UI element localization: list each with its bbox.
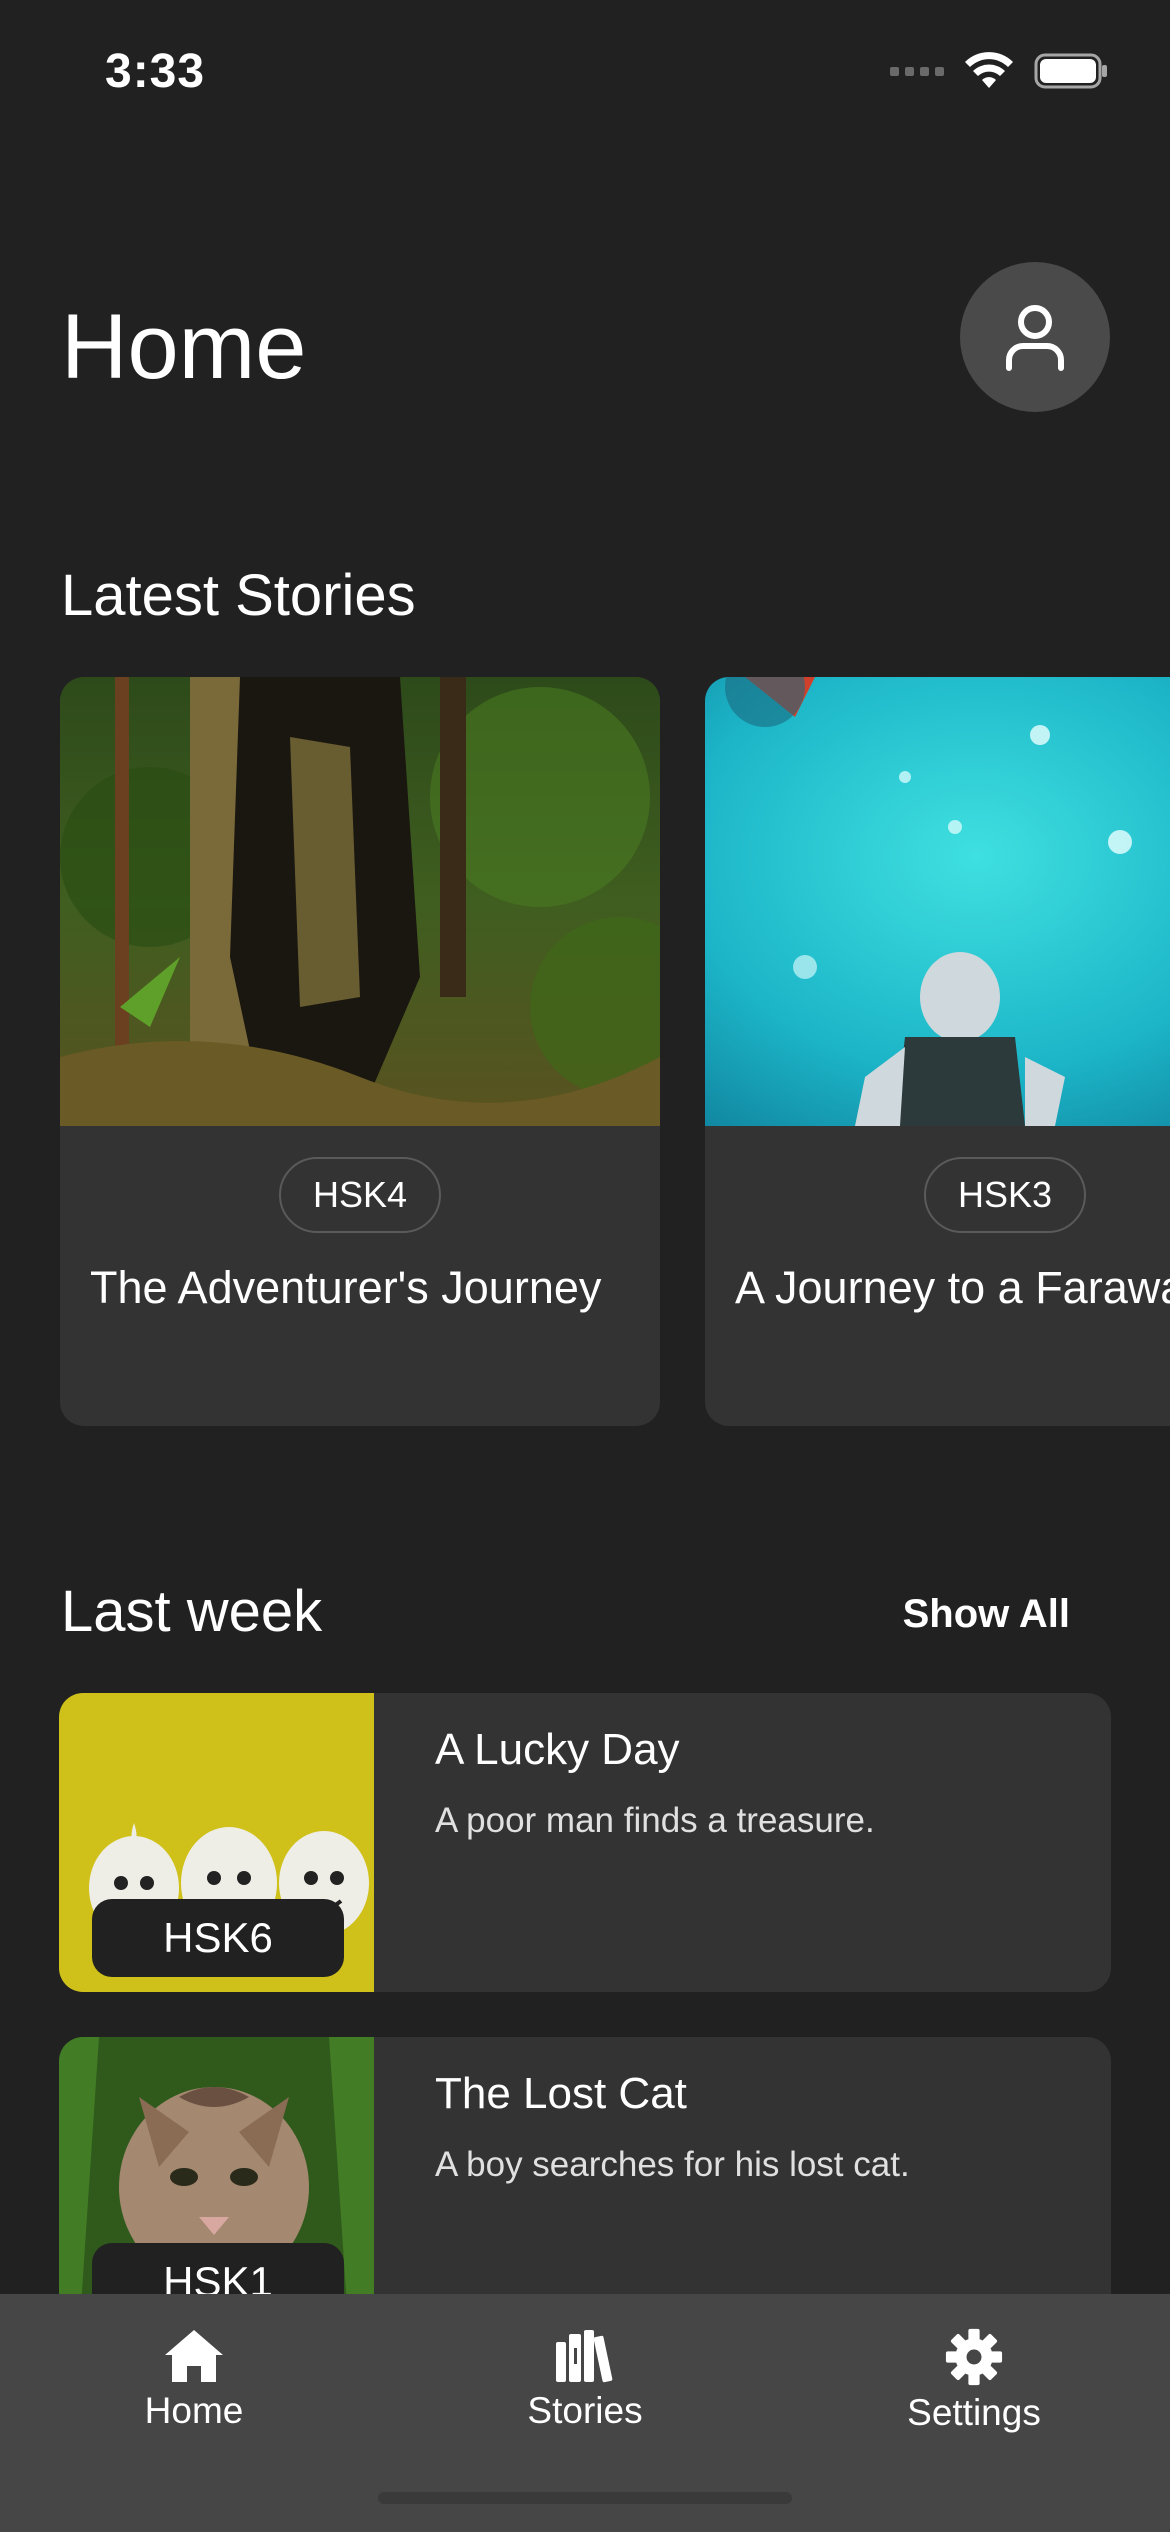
story-title: The Adventurer's Journey [90,1262,602,1313]
story-level-badge: HSK4 [278,1157,442,1233]
tab-home[interactable]: Home [94,2328,294,2432]
story-description: A poor man finds a treasure. [435,1801,875,1840]
latest-stories-title: Latest Stories [61,563,416,628]
battery-icon [1034,53,1107,89]
tab-stories[interactable]: Stories [485,2328,685,2432]
tab-label: Settings [907,2392,1041,2433]
page-title: Home [61,296,307,398]
gear-icon [945,2328,1003,2386]
story-card[interactable]: HSK4 The Adventurer's Journey [60,677,660,1426]
story-title: The Lost Cat [435,2069,687,2118]
home-indicator[interactable] [378,2492,792,2504]
story-card[interactable]: HSK3 A Journey to a Faraway Land [705,677,1170,1426]
home-icon [165,2330,223,2382]
story-description: A boy searches for his lost cat. [435,2145,910,2184]
tab-settings[interactable]: Settings [874,2328,1074,2434]
story-image [705,677,1170,1126]
last-week-title: Last week [61,1579,323,1644]
cellular-signal-icon [890,66,944,76]
user-icon [1006,305,1064,371]
story-level-badge: HSK6 [92,1899,344,1977]
show-all-button[interactable]: Show All [903,1592,1070,1637]
story-thumbnail: HSK6 [59,1693,374,1992]
profile-button[interactable] [960,262,1110,412]
tab-label: Stories [527,2390,643,2431]
status-time: 3:33 [105,45,206,98]
story-title: A Journey to a Faraway Land [735,1262,1170,1313]
status-bar: 3:33 [0,0,1170,150]
wifi-icon [965,52,1013,88]
latest-stories-carousel[interactable]: HSK4 The Adventurer's Journey HSK3 A Jou… [60,677,1170,1427]
list-item[interactable]: HSK1 The Lost Cat A boy searches for his… [59,2037,1111,2336]
tab-label: Home [144,2390,244,2431]
books-icon [556,2330,613,2383]
story-thumbnail: HSK1 [59,2037,374,2336]
story-level-badge: HSK3 [923,1157,1087,1233]
story-image [60,677,660,1126]
list-item[interactable]: HSK6 A Lucky Day A poor man finds a trea… [59,1693,1111,1992]
story-title: A Lucky Day [435,1725,680,1774]
status-icons [890,52,1108,90]
